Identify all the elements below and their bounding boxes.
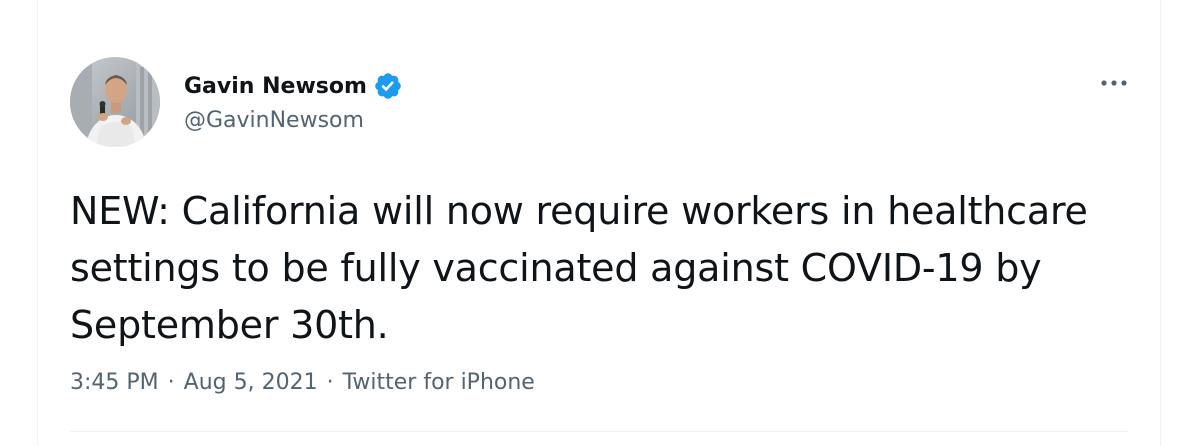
divider [70,431,1128,432]
author-name[interactable]: Gavin Newsom [184,74,367,99]
more-options-icon [1101,80,1127,86]
tweet-date[interactable]: Aug 5, 2021 [184,370,318,395]
verified-badge-icon [373,71,403,101]
avatar[interactable] [70,57,160,147]
meta-separator: · [326,370,334,395]
tweet-metadata: 3:45 PM · Aug 5, 2021 · Twitter for iPho… [70,370,535,395]
tweet-time[interactable]: 3:45 PM [70,370,159,395]
author-handle[interactable]: @GavinNewsom [184,108,364,133]
tweet-text: NEW: California will now require workers… [70,189,1088,347]
meta-separator: · [167,370,175,395]
tweet-source-link[interactable]: Twitter for iPhone [343,370,535,395]
author-name-row: Gavin Newsom [184,70,403,102]
profile-photo-icon [70,57,160,147]
tweet-card: Gavin Newsom @GavinNewsom NEW: Californi… [37,0,1161,446]
more-options-button[interactable] [1094,68,1134,98]
